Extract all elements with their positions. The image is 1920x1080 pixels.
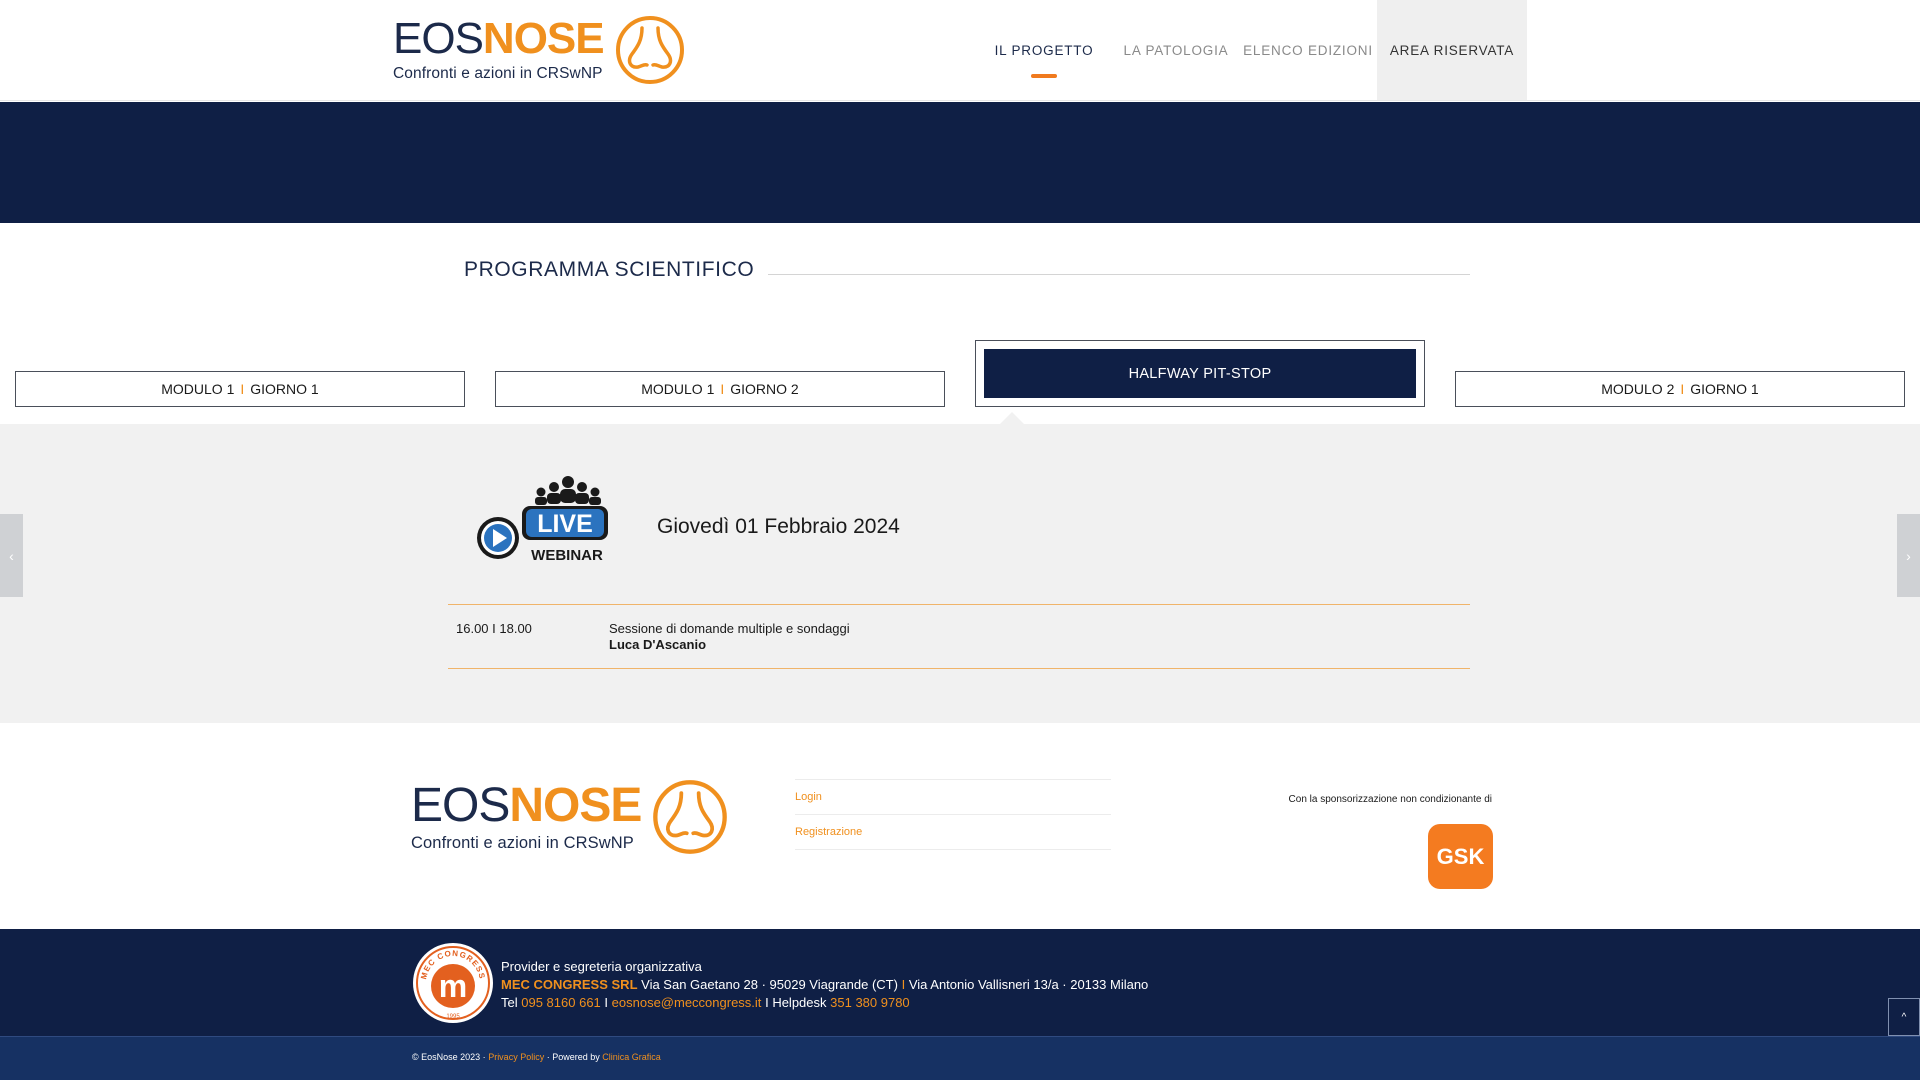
powered-by-text: · Powered by — [546, 1052, 600, 1062]
session-title: Sessione di domande multiple e sondaggi — [609, 621, 850, 636]
nav-item-area-riservata[interactable]: AREA RISERVATA — [1377, 0, 1527, 100]
tab-modulo-1-giorno-2[interactable]: MODULO 1 I GIORNO 2 — [495, 371, 945, 407]
header-logo[interactable]: EOSNOSE Confronti e azioni in CRSwNP — [393, 14, 686, 86]
webinar-badge-live: LIVE — [537, 510, 593, 538]
nav-item-elenco-edizioni[interactable]: ELENCO EDIZIONI — [1239, 0, 1377, 100]
footer-copyright-bar — [0, 1036, 1920, 1080]
provider-tel-link[interactable]: 095 8160 661 — [521, 995, 601, 1010]
copyright-line: © EosNose 2023 · Privacy Policy · Powere… — [412, 1052, 661, 1062]
provider-address-2: Via Antonio Vallisneri 13/a · 20133 Mila… — [908, 977, 1149, 992]
provider-heading: Provider e segreteria organizzativa — [501, 959, 702, 974]
tab-day-label: GIORNO 2 — [730, 381, 799, 397]
sponsor-label: Con la sponsorizzazione non condizionant… — [1288, 794, 1492, 805]
chevron-right-icon: › — [1906, 547, 1911, 564]
carousel-prev-button[interactable]: ‹ — [0, 514, 23, 597]
footer-links-divider — [795, 849, 1111, 850]
section-title: PROGRAMMA SCIENTIFICO — [464, 258, 755, 281]
provider-address-separator: I — [901, 977, 906, 992]
footer-logo[interactable]: EOSNOSE Confronti e azioni in CRSwNP — [411, 778, 729, 856]
tab-module-label: MODULO 1 — [641, 381, 715, 397]
tab-day-label: GIORNO 1 — [1690, 381, 1759, 397]
back-to-top-button[interactable]: ^ — [1888, 998, 1920, 1036]
live-webinar-icon: LIVE WEBINAR — [477, 476, 608, 564]
tab-separator: I — [240, 381, 245, 397]
footer-link-login[interactable]: Login — [795, 779, 1111, 814]
tab-day-label: GIORNO 1 — [250, 381, 319, 397]
tab-modulo-1-giorno-1[interactable]: MODULO 1 I GIORNO 1 — [15, 371, 465, 407]
gsk-logo[interactable]: GSK — [1428, 824, 1493, 889]
provider-helpdesk-link[interactable]: 351 380 9780 — [830, 995, 910, 1010]
event-date: Giovedì 01 Febbraio 2024 — [657, 515, 900, 538]
tab-module-label: MODULO 2 — [1601, 381, 1675, 397]
site-header: EOSNOSE Confronti e azioni in CRSwNP IL … — [0, 0, 1920, 101]
session-divider-bottom — [448, 668, 1470, 669]
hero-banner — [0, 102, 1920, 223]
provider-contact-separator: I — [765, 995, 769, 1010]
logo-word-eos: EOS — [411, 778, 510, 832]
section-title-divider — [768, 274, 1470, 275]
tab-separator: I — [720, 381, 725, 397]
mec-congress-logo[interactable]: MEC CONGRESS m 1995 — [412, 942, 494, 1024]
provider-contact-separator: I — [604, 995, 609, 1010]
agency-link[interactable]: Clinica Grafica — [602, 1052, 661, 1062]
gsk-logo-text: GSK — [1437, 844, 1485, 869]
session-speaker: Luca D'Ascanio — [609, 637, 707, 652]
webinar-badge-webinar: WEBINAR — [531, 547, 603, 564]
tab-halfway-pit-stop[interactable]: HALFWAY PIT-STOP — [984, 349, 1416, 398]
chevron-left-icon: ‹ — [9, 547, 14, 564]
footer-logo-wordmark: EOSNOSE — [411, 778, 642, 832]
provider-address-1: Via San Gaetano 28 · 95029 Viagrande (CT… — [641, 977, 898, 992]
chevron-up-icon: ^ — [1901, 1011, 1907, 1023]
carousel-next-button[interactable]: › — [1897, 514, 1920, 597]
copyright-text: © EosNose 2023 · — [412, 1052, 486, 1062]
logo-tagline: Confronti e azioni in CRSwNP — [393, 65, 603, 82]
session-time: 16.00 I 18.00 — [456, 621, 532, 636]
tab-modulo-2-giorno-1[interactable]: MODULO 2 I GIORNO 1 — [1455, 371, 1905, 407]
logo-word-nose: NOSE — [509, 778, 642, 832]
nose-icon — [653, 780, 728, 854]
mec-logo-year: 1995 — [446, 1014, 460, 1020]
session-divider-top — [448, 604, 1470, 605]
provider-address-line: MEC CONGRESS SRL Via San Gaetano 28 · 95… — [501, 976, 1148, 994]
privacy-policy-link[interactable]: Privacy Policy — [488, 1052, 544, 1062]
provider-helpdesk-label: Helpdesk — [772, 995, 827, 1010]
provider-contact-line: Tel 095 8160 661 I eosnose@meccongress.i… — [501, 994, 1148, 1012]
footer-link-registrazione[interactable]: Registrazione — [795, 814, 1111, 849]
main-nav: IL PROGETTO LA PATOLOGIA ELENCO EDIZIONI… — [975, 0, 1527, 100]
tab-halfway-pit-stop-frame: HALFWAY PIT-STOP — [975, 340, 1425, 407]
provider-tel-label: Tel — [501, 995, 518, 1010]
active-tab-pointer — [1000, 412, 1024, 424]
nav-item-la-patologia[interactable]: LA PATOLOGIA — [1113, 0, 1239, 100]
logo-word-nose: NOSE — [482, 14, 605, 63]
nose-icon — [615, 16, 684, 84]
program-panel — [0, 424, 1920, 723]
tab-separator: I — [1680, 381, 1685, 397]
logo-wordmark: EOSNOSE — [393, 14, 605, 63]
logo-word-eos: EOS — [393, 14, 484, 63]
provider-email-link[interactable]: eosnose@meccongress.it — [612, 995, 762, 1010]
provider-info: Provider e segreteria organizzativa MEC … — [501, 958, 1148, 1012]
footer-links: Login Registrazione — [795, 779, 1111, 850]
mec-logo-letter: m — [439, 968, 467, 1004]
nav-item-il-progetto[interactable]: IL PROGETTO — [975, 0, 1113, 100]
tab-module-label: MODULO 1 — [161, 381, 235, 397]
provider-name: MEC CONGRESS SRL — [501, 977, 638, 992]
footer-logo-tagline: Confronti e azioni in CRSwNP — [411, 833, 634, 852]
